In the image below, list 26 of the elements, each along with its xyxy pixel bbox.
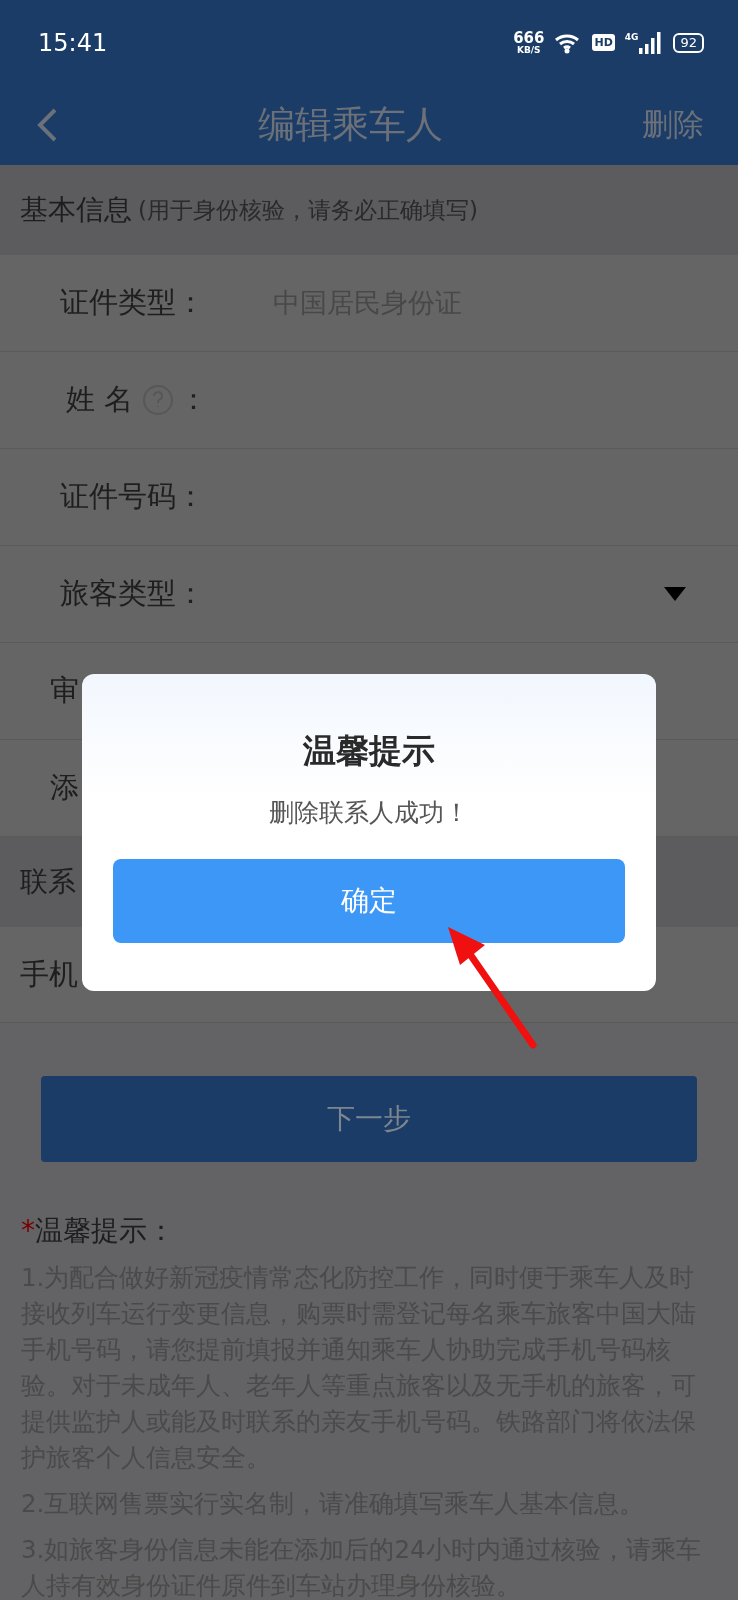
battery-level: 92 [673,32,704,53]
page-title: 编辑乘车人 [256,102,444,148]
next-button[interactable]: 下一步 [41,1076,697,1162]
speed-value: 666 [513,30,545,46]
field-label: 证件类型： [60,284,205,321]
field-label: 手机 [20,955,78,993]
field-label: 审 [50,672,79,709]
field-label: 添 [50,769,79,806]
dropdown-icon[interactable] [664,587,686,601]
tips-title: *温馨提示： [21,1213,176,1249]
field-label: 证件号码： [60,478,205,515]
colon-text: ： [179,381,209,418]
signal-icon [639,31,664,54]
field-label: 姓 名 [66,381,134,418]
delete-button[interactable]: 删除 [642,104,704,146]
dialog-message: 删除联系人成功！ [269,797,469,829]
section-title: 基本信息 [20,192,132,228]
back-button[interactable] [36,107,58,143]
hd-badge: HD [592,34,615,51]
field-label: 旅客类型： [60,575,205,612]
section-title: 联系 [20,864,76,900]
clock-time: 15:41 [38,28,108,57]
network-type: 4G [624,31,639,42]
confirm-button[interactable]: 确定 [113,859,625,943]
dialog-title: 温馨提示 [303,730,435,772]
speed-unit: KB/S [517,45,541,55]
